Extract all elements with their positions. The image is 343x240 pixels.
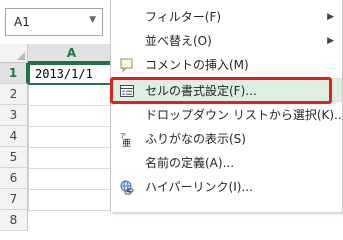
menu-item-label: ふりがなの表示(S) xyxy=(145,132,246,146)
menu-item-label: ハイパーリンク(I)... xyxy=(145,180,253,194)
row-header-6[interactable]: 6 xyxy=(0,168,28,189)
name-box[interactable]: A1 ▼ xyxy=(5,8,103,36)
menu-item-label: ドロップダウン リストから選択(K)... xyxy=(145,108,343,122)
menu-item-label: コメントの挿入(M) xyxy=(145,58,249,72)
row-header-7[interactable]: 7 xyxy=(0,189,28,210)
menu-item-label: フィルター(F) xyxy=(145,10,222,24)
menu-item-pick-from-dropdown[interactable]: ドロップダウン リストから選択(K)... xyxy=(111,103,343,127)
row-header-4[interactable]: 4 xyxy=(0,126,28,147)
context-menu: フィルター(F) ▶ 並べ替え(O) ▶ コメントの挿入(M) セルの書式設定(… xyxy=(110,0,343,212)
name-box-value: A1 xyxy=(14,15,30,29)
select-all-corner[interactable] xyxy=(0,44,28,63)
comment-icon xyxy=(119,57,135,73)
menu-item-filter[interactable]: フィルター(F) ▶ xyxy=(111,5,342,29)
cell-a1[interactable]: 2013/1/1 xyxy=(28,63,116,85)
column-header-a[interactable]: A xyxy=(28,44,116,63)
menu-item-insert-comment[interactable]: コメントの挿入(M) xyxy=(111,53,342,77)
menu-item-show-phonetic[interactable]: ア 亜 ふりがなの表示(S) xyxy=(111,127,342,151)
phonetic-guide-icon: ア 亜 xyxy=(119,131,135,149)
row-header-5[interactable]: 5 xyxy=(0,147,28,168)
row-header-3[interactable]: 3 xyxy=(0,105,28,126)
menu-item-label: 並べ替え(O) xyxy=(145,34,212,48)
hyperlink-icon xyxy=(119,179,135,195)
format-cells-icon xyxy=(119,83,135,99)
svg-text:亜: 亜 xyxy=(122,138,131,147)
menu-item-hyperlink[interactable]: ハイパーリンク(I)... xyxy=(111,175,342,199)
row-header-2[interactable]: 2 xyxy=(0,84,28,105)
menu-item-label: 名前の定義(A)... xyxy=(145,156,235,170)
row-header-8[interactable]: 8 xyxy=(0,210,28,231)
menu-item-define-name[interactable]: 名前の定義(A)... xyxy=(111,151,342,175)
menu-item-format-cells[interactable]: セルの書式設定(F)... xyxy=(111,78,342,102)
row-header-1[interactable]: 1 xyxy=(0,63,28,84)
menu-item-label: セルの書式設定(F)... xyxy=(145,84,257,98)
chevron-down-icon[interactable]: ▼ xyxy=(89,15,96,25)
menu-item-sort[interactable]: 並べ替え(O) ▶ xyxy=(111,29,342,53)
submenu-arrow-icon: ▶ xyxy=(327,36,334,46)
submenu-arrow-icon: ▶ xyxy=(327,12,334,22)
